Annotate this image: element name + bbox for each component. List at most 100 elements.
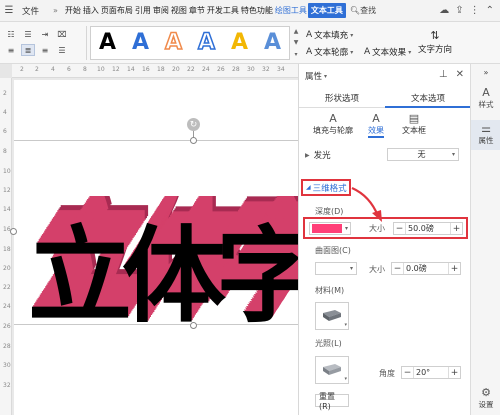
subtab-fill-outline[interactable]: A 填充与轮廓 [307,112,359,136]
wordart-style-gallery[interactable]: A A A A A A [90,26,290,60]
wordart-3d-text[interactable]: 立立立立立立立立立立立立立立立立立立立立立立立体体体体体体体体体体体体体体体体体… [14,196,298,326]
tab-home[interactable]: 开始 [64,5,82,16]
glow-label: 发光 [313,151,331,161]
justify-icon[interactable]: ☰ [55,44,69,56]
numbered-list-icon[interactable]: ☰ [21,28,35,40]
text-outline-button[interactable]: A 文本轮廓 ▾ [306,46,353,58]
strip-collapse[interactable]: » [471,68,500,78]
depth-size-stepper[interactable]: − 50.0磅 + [393,222,463,235]
decrement-icon[interactable]: − [394,223,405,234]
strip-properties[interactable]: ⚌ 属性 [471,120,500,150]
lighting-preview-icon [323,364,341,375]
increment-icon[interactable]: + [449,367,460,378]
tab-view[interactable]: 视图 [170,5,188,16]
search-label: 查找 [360,6,377,15]
ruler-tick: 6 [67,66,71,73]
gallery-up-icon[interactable]: ▲ [294,28,299,35]
material-picker[interactable]: ▾ [315,302,349,330]
contour-size-value[interactable]: 0.0磅 [403,263,449,274]
resize-handle[interactable] [190,137,197,144]
ruler-tick: 24 [202,66,210,73]
wordart-style-blue[interactable]: A [132,32,149,54]
ruler-tick: 12 [112,66,120,73]
share-icon[interactable]: ⇪ [455,5,463,16]
subtab-textbox[interactable]: ▤ 文本框 [397,112,431,136]
text-fill-button[interactable]: A 文本填充 ▾ [306,29,353,41]
properties-icon: ⚌ [481,122,491,135]
ruler-tick: 2 [35,66,39,73]
chevron-expanded-icon: ◢ [306,184,311,191]
collapse-ribbon-icon[interactable]: ⌃ [486,5,494,16]
tab-shape-options[interactable]: 形状选项 [299,88,385,108]
close-icon[interactable]: ✕ [456,69,464,80]
align-right-icon[interactable]: ≡ [38,44,52,56]
gallery-expand-icon[interactable]: ▾ [294,51,297,58]
ruler-tick: 26 [3,323,11,330]
angle-stepper[interactable]: − 20° + [401,366,461,379]
cloud-sync-icon[interactable]: ☁ [439,5,449,16]
ruler-tick: 24 [3,303,11,310]
strip-settings[interactable]: ⚙ 设置 [471,386,500,412]
decrement-icon[interactable]: − [402,367,413,378]
panel-tabs: 形状选项 文本选项 [299,88,471,108]
wordart-style-blue-outline[interactable]: A [197,31,216,55]
tab-references[interactable]: 引用 [134,5,152,16]
lighting-label: 光照(L) [315,339,342,348]
more-icon[interactable]: ⋮ [470,5,480,16]
panel-sub-tabs: A 填充与轮廓 A 效果 ▤ 文本框 [299,112,471,142]
search-button[interactable]: 🔍︎ 查找 [350,5,376,16]
align-left-icon[interactable]: ≡ [4,44,18,56]
ruler-tick: 2 [3,90,7,97]
ruler-tick: 22 [187,66,195,73]
tab-text-tools[interactable]: 文本工具 [307,3,346,18]
strip-styles[interactable]: A 样式 [471,86,500,112]
wordart-style-orange-outline[interactable]: A [164,31,183,55]
increment-icon[interactable]: + [451,223,462,234]
pin-icon[interactable]: ⊥ [439,69,448,80]
align-center-icon[interactable]: ≣ [21,44,35,56]
wordart-glyph: 立 [28,215,132,326]
decrement-icon[interactable]: − [392,263,403,274]
wordart-style-yellow[interactable]: A [231,32,248,54]
paragraph-tools: ☷ ☰ ⇥ ⌧ ≡ ≣ ≡ ☰ [4,26,84,62]
wordart-style-black[interactable]: A [99,32,116,54]
tab-developer[interactable]: 开发工具 [206,5,240,16]
tab-review[interactable]: 审阅 [152,5,170,16]
lighting-picker[interactable]: ▾ [315,356,349,384]
angle-value[interactable]: 20° [413,367,449,378]
text-effect-button[interactable]: A 文本效果 ▾ [364,46,411,58]
tab-insert[interactable]: 插入 [82,5,100,16]
text-direction-button[interactable]: ⇅ 文字方向 [418,29,452,55]
tab-features[interactable]: 特色功能 [240,5,274,16]
list-icon[interactable]: ☷ [4,28,18,40]
tab-drawing-tools[interactable]: 绘图工具 [274,5,308,16]
depth-color-picker[interactable]: ▾ [309,222,351,235]
wordart-style-light-blue[interactable]: A [264,32,281,54]
tab-page-layout[interactable]: 页面布局 [100,5,134,16]
tab-text-options[interactable]: 文本选项 [385,88,471,108]
increment-icon[interactable]: + [449,263,460,274]
glow-select[interactable]: 无 ▾ [387,148,459,161]
gallery-down-icon[interactable]: ▼ [294,39,299,46]
chevron-down-icon: ▾ [350,48,354,56]
indent-icon[interactable]: ⇥ [38,28,52,40]
contour-label: 曲面图(C) [315,246,351,255]
clear-format-icon[interactable]: ⌧ [55,28,69,40]
rotate-handle-icon[interactable]: ↻ [187,118,200,131]
depth-size-value[interactable]: 50.0磅 [405,223,451,234]
hamburger-icon[interactable]: ☰ [0,0,18,22]
file-menu[interactable]: 文件 [18,5,43,17]
chevron-down-icon: ▾ [408,48,412,56]
panel-title[interactable]: 属性 ▾ [305,70,327,82]
tab-section[interactable]: 章节 [188,5,206,16]
contour-size-stepper[interactable]: − 0.0磅 + [391,262,461,275]
ribbon-divider [86,26,87,60]
gallery-scroller[interactable]: ▲ ▼ ▾ [291,26,301,60]
more-tabs-icon[interactable]: » [43,6,64,15]
section-3d-format[interactable]: ◢ 三维格式 [301,179,351,196]
subtab-effects[interactable]: A 效果 [363,112,389,138]
wordart-glyph: 字 [216,215,298,326]
ruler-margin [0,64,12,78]
contour-color-picker[interactable]: ▾ [315,262,357,275]
reset-button[interactable]: 重置(R) [315,392,349,411]
